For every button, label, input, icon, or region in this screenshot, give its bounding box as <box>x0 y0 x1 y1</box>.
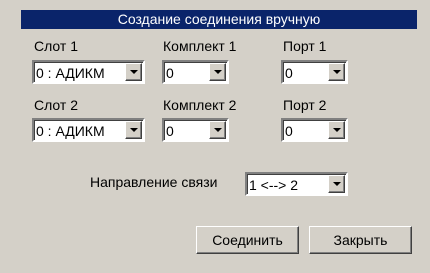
set1-select[interactable]: 0 <box>162 60 229 84</box>
chevron-down-icon[interactable] <box>125 121 142 139</box>
close-button[interactable]: Закрыть <box>309 226 412 254</box>
set1-label: Комплект 1 <box>163 38 237 54</box>
direction-label: Направление связи <box>90 174 218 190</box>
chevron-down-icon[interactable] <box>209 63 226 81</box>
connection-dialog: Создание соединения вручную Слот 1 Компл… <box>0 0 430 273</box>
port2-select[interactable]: 0 <box>281 118 348 142</box>
slot1-label: Слот 1 <box>34 38 79 54</box>
direction-select[interactable]: 1 <--> 2 <box>245 172 348 196</box>
port1-label: Порт 1 <box>283 38 327 54</box>
chevron-down-icon[interactable] <box>328 175 345 193</box>
dialog-title: Создание соединения вручную <box>21 10 417 29</box>
set2-value: 0 <box>166 123 174 139</box>
port2-label: Порт 2 <box>283 97 327 113</box>
set1-value: 0 <box>166 65 174 81</box>
chevron-down-icon[interactable] <box>209 121 226 139</box>
connect-button[interactable]: Соединить <box>196 226 299 254</box>
set2-label: Комплект 2 <box>163 97 237 113</box>
slot2-select[interactable]: 0 : АДИКМ <box>32 118 145 142</box>
slot1-value: 0 : АДИКМ <box>36 65 105 81</box>
port1-select[interactable]: 0 <box>281 60 348 84</box>
chevron-down-icon[interactable] <box>125 63 142 81</box>
slot1-select[interactable]: 0 : АДИКМ <box>32 60 145 84</box>
chevron-down-icon[interactable] <box>328 63 345 81</box>
chevron-down-icon[interactable] <box>328 121 345 139</box>
set2-select[interactable]: 0 <box>162 118 229 142</box>
direction-value: 1 <--> 2 <box>249 177 299 193</box>
port2-value: 0 <box>285 123 293 139</box>
slot2-label: Слот 2 <box>34 97 79 113</box>
port1-value: 0 <box>285 65 293 81</box>
slot2-value: 0 : АДИКМ <box>36 123 105 139</box>
